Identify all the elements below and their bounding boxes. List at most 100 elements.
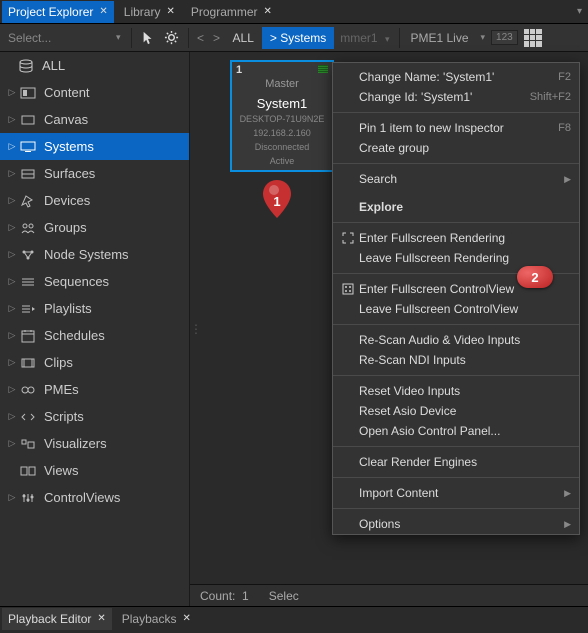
sidebar-item-content[interactable]: ▷ Content — [0, 79, 189, 106]
sidebar: ALL ▷ Content ▷ Canvas ▷ Systems ▷ Surfa… — [0, 52, 190, 606]
sidebar-item-node-systems[interactable]: ▷ Node Systems — [0, 241, 189, 268]
ctx-import-content[interactable]: Import Content ▶ — [333, 483, 579, 503]
status-led-icon — [318, 65, 328, 73]
close-icon[interactable]: ✕ — [99, 6, 107, 17]
ctx-clear-render-engines[interactable]: Clear Render Engines — [333, 452, 579, 472]
close-icon[interactable]: ✕ — [264, 6, 272, 17]
expand-icon[interactable]: ▷ — [6, 384, 18, 395]
sidebar-item-systems[interactable]: ▷ Systems — [0, 133, 189, 160]
ctx-explore[interactable]: Explore — [333, 197, 579, 217]
sidebar-item-scripts[interactable]: ▷ Scripts — [0, 403, 189, 430]
annotation-pin-1: 1 — [263, 180, 291, 218]
sidebar-item-label: Schedules — [44, 328, 105, 343]
close-icon[interactable]: ✕ — [166, 6, 174, 17]
separator — [188, 28, 189, 48]
sidebar-item-views[interactable]: ▷ Views — [0, 457, 189, 484]
sidebar-item-all[interactable]: ALL — [0, 52, 189, 79]
expand-icon[interactable]: ▷ — [6, 357, 18, 368]
ctx-search[interactable]: Search ▶ — [333, 169, 579, 189]
ctx-open-asio-panel[interactable]: Open Asio Control Panel... — [333, 421, 579, 441]
sidebar-item-devices[interactable]: ▷ Devices — [0, 187, 189, 214]
sidebar-item-clips[interactable]: ▷ Clips — [0, 349, 189, 376]
sidebar-item-label: Canvas — [44, 112, 88, 127]
ctx-change-name[interactable]: Change Name: 'System1' F2 — [333, 67, 579, 87]
expand-icon[interactable]: ▷ — [6, 276, 18, 287]
ctx-reset-video[interactable]: Reset Video Inputs — [333, 381, 579, 401]
ctx-create-group[interactable]: Create group — [333, 138, 579, 158]
database-icon — [16, 58, 36, 74]
bottom-tab-bar: Playback Editor ✕ Playbacks ✕ — [0, 606, 588, 630]
pmes-icon — [18, 382, 38, 398]
expand-icon[interactable]: ▷ — [6, 492, 18, 503]
breadcrumb-all[interactable]: ALL — [225, 27, 262, 49]
close-icon[interactable]: ✕ — [97, 613, 105, 624]
devices-icon — [18, 193, 38, 209]
ctx-enter-fullscreen-controlview[interactable]: Enter Fullscreen ControlView — [333, 279, 579, 299]
ctx-rescan-ndi[interactable]: Re-Scan NDI Inputs — [333, 350, 579, 370]
tab-overflow-dropdown[interactable]: ▾ — [571, 6, 588, 17]
ctx-change-id[interactable]: Change Id: 'System1' Shift+F2 — [333, 87, 579, 107]
tab-library[interactable]: Library ✕ — [118, 1, 181, 23]
expand-icon[interactable]: ▷ — [6, 114, 18, 125]
ctx-rescan-av[interactable]: Re-Scan Audio & Video Inputs — [333, 330, 579, 350]
tab-programmer[interactable]: Programmer ✕ — [185, 1, 278, 23]
tab-label: Project Explorer — [8, 5, 93, 19]
grid-view-icon[interactable] — [524, 29, 542, 47]
select-dropdown[interactable]: Select... — [0, 31, 110, 45]
expand-icon[interactable]: ▷ — [6, 168, 18, 179]
sidebar-item-groups[interactable]: ▷ Groups — [0, 214, 189, 241]
ctx-enter-fullscreen-rendering[interactable]: Enter Fullscreen Rendering — [333, 228, 579, 248]
nav-forward-icon[interactable]: > — [209, 26, 225, 50]
separator — [333, 163, 579, 164]
ctx-pin-inspector[interactable]: Pin 1 item to new Inspector F8 — [333, 118, 579, 138]
ctx-options[interactable]: Options ▶ — [333, 514, 579, 534]
sidebar-item-sequences[interactable]: ▷ Sequences — [0, 268, 189, 295]
gear-icon[interactable] — [160, 26, 184, 50]
expand-icon[interactable]: ▷ — [6, 330, 18, 341]
sidebar-item-label: ControlViews — [44, 490, 120, 505]
sidebar-item-canvas[interactable]: ▷ Canvas — [0, 106, 189, 133]
sidebar-item-controlviews[interactable]: ▷ ControlViews — [0, 484, 189, 511]
toolbar-numbox[interactable]: 123 — [491, 30, 518, 45]
ctx-leave-fullscreen-controlview[interactable]: Leave Fullscreen ControlView — [333, 299, 579, 319]
sidebar-item-playlists[interactable]: ▷ Playlists — [0, 295, 189, 322]
sidebar-item-visualizers[interactable]: ▷ Visualizers — [0, 430, 189, 457]
tab-playbacks[interactable]: Playbacks ✕ — [116, 608, 197, 630]
sidebar-item-label: Playlists — [44, 301, 92, 316]
sequences-icon — [18, 274, 38, 290]
expand-icon[interactable]: ▷ — [6, 249, 18, 260]
sidebar-item-schedules[interactable]: ▷ Schedules — [0, 322, 189, 349]
breadcrumb-systems[interactable]: > Systems — [262, 27, 334, 49]
close-icon[interactable]: ✕ — [182, 613, 190, 624]
drag-handle-icon[interactable]: ⋮ — [190, 52, 202, 606]
sidebar-item-surfaces[interactable]: ▷ Surfaces — [0, 160, 189, 187]
expand-icon[interactable]: ▷ — [6, 195, 18, 206]
system-card[interactable]: 1 Master System1 DESKTOP-71U9N2E 192.168… — [230, 60, 334, 172]
separator — [333, 446, 579, 447]
separator — [333, 273, 579, 274]
expand-icon[interactable]: ▷ — [6, 411, 18, 422]
pointer-tool-icon[interactable] — [136, 26, 160, 50]
expand-icon[interactable]: ▷ — [6, 222, 18, 233]
toolbar-pme-selector[interactable]: PME1 Live — [404, 31, 474, 45]
sidebar-item-label: Node Systems — [44, 247, 129, 262]
expand-icon[interactable]: ▷ — [6, 438, 18, 449]
views-icon — [18, 463, 38, 479]
expand-icon[interactable]: ▷ — [6, 87, 18, 98]
nav-back-icon[interactable]: < — [193, 26, 209, 50]
card-title: System1 — [257, 96, 308, 111]
tab-playback-editor[interactable]: Playback Editor ✕ — [2, 608, 112, 630]
sidebar-item-pmes[interactable]: ▷ PMEs — [0, 376, 189, 403]
expand-icon[interactable]: ▷ — [6, 141, 18, 152]
chevron-down-icon[interactable]: ▾ — [475, 32, 492, 43]
chevron-down-icon[interactable]: ▾ — [110, 32, 127, 43]
ctx-leave-fullscreen-rendering[interactable]: Leave Fullscreen Rendering — [333, 248, 579, 268]
expand-icon[interactable]: ▷ — [6, 303, 18, 314]
card-host: DESKTOP-71U9N2E — [240, 113, 325, 125]
ctx-reset-asio[interactable]: Reset Asio Device — [333, 401, 579, 421]
canvas-icon — [18, 112, 38, 128]
sidebar-item-label: Content — [44, 85, 90, 100]
tab-project-explorer[interactable]: Project Explorer ✕ — [2, 1, 114, 23]
toolbar-tag-mmer[interactable]: mmer1 ▾ — [334, 31, 395, 45]
context-menu: Change Name: 'System1' F2 Change Id: 'Sy… — [332, 62, 580, 535]
